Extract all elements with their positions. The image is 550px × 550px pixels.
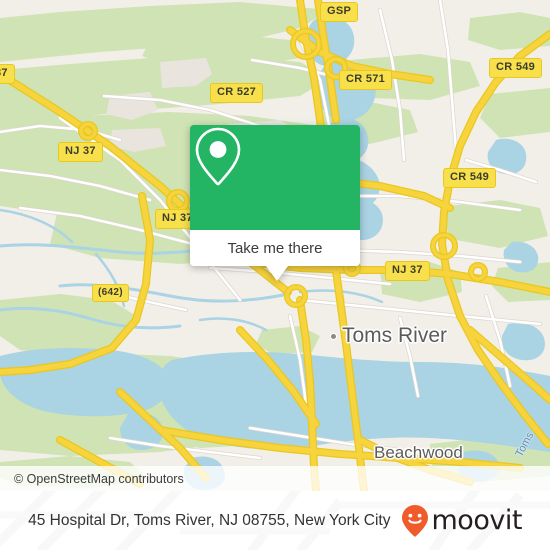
place-label-toms-river: Toms River [342, 324, 448, 347]
road-shield: CR 549 [489, 58, 543, 78]
road-shield: CR 549 [443, 168, 497, 188]
road-shield: CR 571 [339, 70, 393, 90]
road-shield: NJ 37 [385, 261, 430, 281]
road-shield: CR 527 [210, 83, 264, 103]
place-label-beachwood: Beachwood [374, 443, 463, 462]
osm-attribution-bar[interactable]: © OpenStreetMap contributors [0, 466, 550, 491]
moovit-logo[interactable]: moovit [400, 504, 522, 538]
road-shield: GSP [320, 2, 359, 22]
callout-pointer [266, 266, 288, 281]
osm-attribution-text: © OpenStreetMap contributors [14, 471, 184, 486]
take-me-there-label: Take me there [227, 239, 323, 257]
place-marker-dot [330, 333, 337, 340]
address-label: 45 Hospital Dr, Toms River, NJ 08755, Ne… [28, 511, 391, 529]
moovit-pin-icon [401, 504, 428, 537]
road-shield: (642) [92, 284, 129, 302]
road-shield: NJ 37 [58, 142, 103, 162]
map-screenshot: .grn{fill:#cfe3b4} .wtr{fill:#aad3e4} .b… [0, 0, 550, 550]
road-shield: 37 [0, 64, 15, 84]
footer-bar: 45 Hospital Dr, Toms River, NJ 08755, Ne… [0, 491, 550, 550]
map-canvas[interactable]: .grn{fill:#cfe3b4} .wtr{fill:#aad3e4} .b… [0, 0, 550, 491]
location-callout-card[interactable]: Take me there [190, 125, 360, 281]
map-pin-icon [195, 127, 241, 186]
moovit-wordmark: moovit [431, 505, 523, 536]
take-me-there-button[interactable]: Take me there [190, 230, 360, 266]
callout-header [190, 125, 360, 230]
